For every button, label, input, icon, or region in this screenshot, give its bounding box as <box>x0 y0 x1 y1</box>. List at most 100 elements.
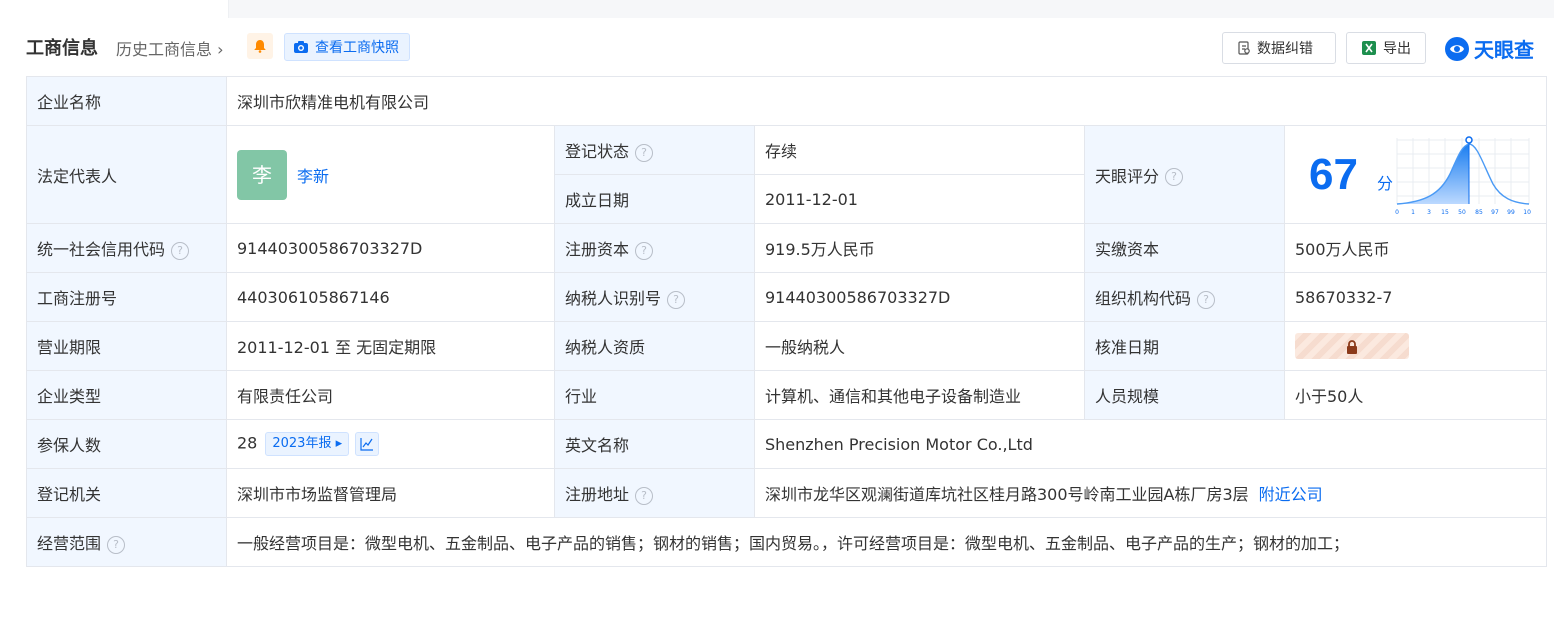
history-link[interactable]: 历史工商信息 › <box>116 36 224 60</box>
taxpayer-id: 91440300586703327D <box>754 272 1085 322</box>
table-row: 企业名称 深圳市欣精准电机有限公司 <box>26 76 1548 126</box>
staff-label: 人员规模 <box>1084 370 1285 420</box>
table-row: 工商注册号 440306105867146 纳税人识别号? 9144030058… <box>26 272 1548 322</box>
business-info-table: 企业名称 深圳市欣精准电机有限公司 法定代表人 李李新 登记状态? 存续 天眼评… <box>26 76 1548 567</box>
en-name-label: 英文名称 <box>554 419 755 469</box>
insured-count: 28 <box>237 433 258 453</box>
reg-capital-label: 注册资本 <box>565 240 630 259</box>
score-axis-tick: 99 <box>1507 209 1515 216</box>
scope-label-cell: 经营范围? <box>26 517 227 567</box>
score-axis-tick: 97 <box>1491 209 1499 216</box>
legal-rep-cell: 李李新 <box>226 125 555 224</box>
type-label: 企业类型 <box>26 370 227 420</box>
company-name: 深圳市欣精准电机有限公司 <box>225 76 1548 126</box>
english-name: Shenzhen Precision Motor Co.,Ltd <box>753 419 1548 469</box>
approval-date-label: 核准日期 <box>1084 321 1285 371</box>
snapshot-label: 查看工商快照 <box>315 40 399 56</box>
industry-label: 行业 <box>554 370 755 420</box>
score-distribution-chart: 0 1 3 15 50 85 97 99 100 <box>1395 136 1531 216</box>
legal-rep-label: 法定代表人 <box>26 125 227 224</box>
org-code-label-cell: 组织机构代码? <box>1084 272 1285 322</box>
score-axis-tick: 85 <box>1475 209 1483 216</box>
taxpayer-id-label-cell: 纳税人识别号? <box>554 272 755 322</box>
score-value: 67 <box>1309 150 1358 199</box>
table-row: 法定代表人 李李新 登记状态? 存续 天眼评分? 67 分 0 1 3 15 50 85 9… <box>26 125 1548 224</box>
staff-size: 小于50人 <box>1283 370 1548 420</box>
reg-capital: 919.5万人民币 <box>754 223 1085 273</box>
credit-code: 91440300586703327D <box>226 223 555 273</box>
table-row: 营业期限 2011-12-01 至 无固定期限 纳税人资质 一般纳税人 核准日期 <box>26 321 1548 371</box>
approval-date-cell <box>1283 321 1548 371</box>
score-axis-tick: 50 <box>1458 209 1466 216</box>
address-label: 注册地址 <box>565 485 630 504</box>
reg-capital-label-cell: 注册资本? <box>554 223 755 273</box>
taxpayer-id-label: 纳税人识别号 <box>565 289 662 308</box>
annual-report-tag[interactable]: 2023年报 ▸ <box>265 432 350 456</box>
table-row: 统一社会信用代码? 91440300586703327D 注册资本? 919.5… <box>26 223 1548 273</box>
legal-rep-link[interactable]: 李新 <box>297 167 329 186</box>
active-tab[interactable] <box>0 0 229 18</box>
export-button[interactable]: 导出 <box>1346 32 1426 64</box>
export-label: 导出 <box>1383 41 1411 57</box>
help-icon[interactable]: ? <box>635 143 654 162</box>
credit-code-label-cell: 统一社会信用代码? <box>26 223 227 273</box>
scope-label: 经营范围 <box>37 534 102 553</box>
address-label-cell: 注册地址? <box>554 468 755 518</box>
authority: 深圳市市场监督管理局 <box>226 468 555 518</box>
tianyancha-logo: 天眼查 <box>1444 34 1534 63</box>
help-icon[interactable]: ? <box>635 486 654 505</box>
founded-date: 2011-12-01 <box>754 174 1085 224</box>
business-scope: 一般经营项目是：微型电机、五金制品、电子产品的销售；钢材的销售；国内贸易。，许可… <box>225 517 1548 567</box>
term-label: 营业期限 <box>26 321 227 371</box>
help-icon[interactable]: ? <box>667 290 686 309</box>
help-icon[interactable]: ? <box>1197 290 1216 309</box>
reg-status-label: 登记状态 <box>565 142 630 161</box>
logo-icon <box>1445 36 1469 61</box>
score-label: 天眼评分 <box>1095 166 1160 186</box>
score-axis-tick: 3 <box>1427 209 1431 216</box>
help-icon[interactable]: ? <box>635 241 654 260</box>
score-cell[interactable]: 67 分 0 1 3 15 50 85 97 99 100 <box>1283 125 1548 224</box>
org-code: 58670332-7 <box>1283 272 1548 322</box>
score-unit: 分 <box>1377 174 1394 193</box>
reg-status-label-cell: 登记状态? <box>554 125 755 175</box>
biz-reg-no: 440306105867146 <box>226 272 555 322</box>
insured-label: 参保人数 <box>26 419 227 469</box>
help-icon[interactable]: ? <box>1165 168 1184 186</box>
business-term: 2011-12-01 至 无固定期限 <box>226 321 555 371</box>
top-tab-strip <box>0 0 1554 18</box>
snapshot-button[interactable]: 查看工商快照 <box>284 33 410 61</box>
data-correction-button[interactable]: 数据纠错 <box>1222 32 1336 64</box>
company-type: 有限责任公司 <box>226 370 555 420</box>
taxpayer-qual-label: 纳税人资质 <box>554 321 755 371</box>
excel-icon <box>1362 41 1376 55</box>
authority-label: 登记机关 <box>26 468 227 518</box>
correction-icon <box>1238 41 1250 55</box>
avatar[interactable]: 李 <box>237 149 287 200</box>
nearby-companies-link[interactable]: 附近公司 <box>1259 485 1323 504</box>
taxpayer-qual: 一般纳税人 <box>754 321 1085 371</box>
biz-reg-no-label: 工商注册号 <box>26 272 227 322</box>
bell-icon[interactable] <box>247 33 273 59</box>
camera-icon <box>294 41 308 53</box>
reg-status: 存续 <box>754 125 1085 175</box>
credit-code-label: 统一社会信用代码 <box>37 240 166 259</box>
lock-icon <box>1347 339 1357 354</box>
score-axis-tick: 15 <box>1441 209 1449 216</box>
help-icon[interactable]: ? <box>171 241 190 260</box>
trend-chart-icon[interactable] <box>355 432 380 456</box>
section-header: 工商信息 历史工商信息 › 查看工商快照 数据纠错 导出 天眼查 <box>26 30 1546 66</box>
table-row: 企业类型 有限责任公司 行业 计算机、通信和其他电子设备制造业 人员规模 小于5… <box>26 370 1548 420</box>
score-axis-tick: 100 <box>1523 209 1531 216</box>
registered-address: 深圳市龙华区观澜街道库坑社区桂月路300号岭南工业园A栋厂房3层 <box>765 485 1249 504</box>
address-cell: 深圳市龙华区观澜街道库坑社区桂月路300号岭南工业园A栋厂房3层 附近公司 <box>753 468 1548 518</box>
help-icon[interactable]: ? <box>107 535 126 554</box>
logo-text: 天眼查 <box>1474 38 1534 62</box>
locked-value[interactable] <box>1295 333 1409 359</box>
score-label-cell: 天眼评分? <box>1084 125 1285 224</box>
org-code-label: 组织机构代码 <box>1095 289 1192 308</box>
score-axis-tick: 0 <box>1395 209 1399 216</box>
score-axis-tick: 1 <box>1411 209 1415 216</box>
table-row: 登记机关 深圳市市场监督管理局 注册地址? 深圳市龙华区观澜街道库坑社区桂月路3… <box>26 468 1548 518</box>
founded-label: 成立日期 <box>554 174 755 224</box>
